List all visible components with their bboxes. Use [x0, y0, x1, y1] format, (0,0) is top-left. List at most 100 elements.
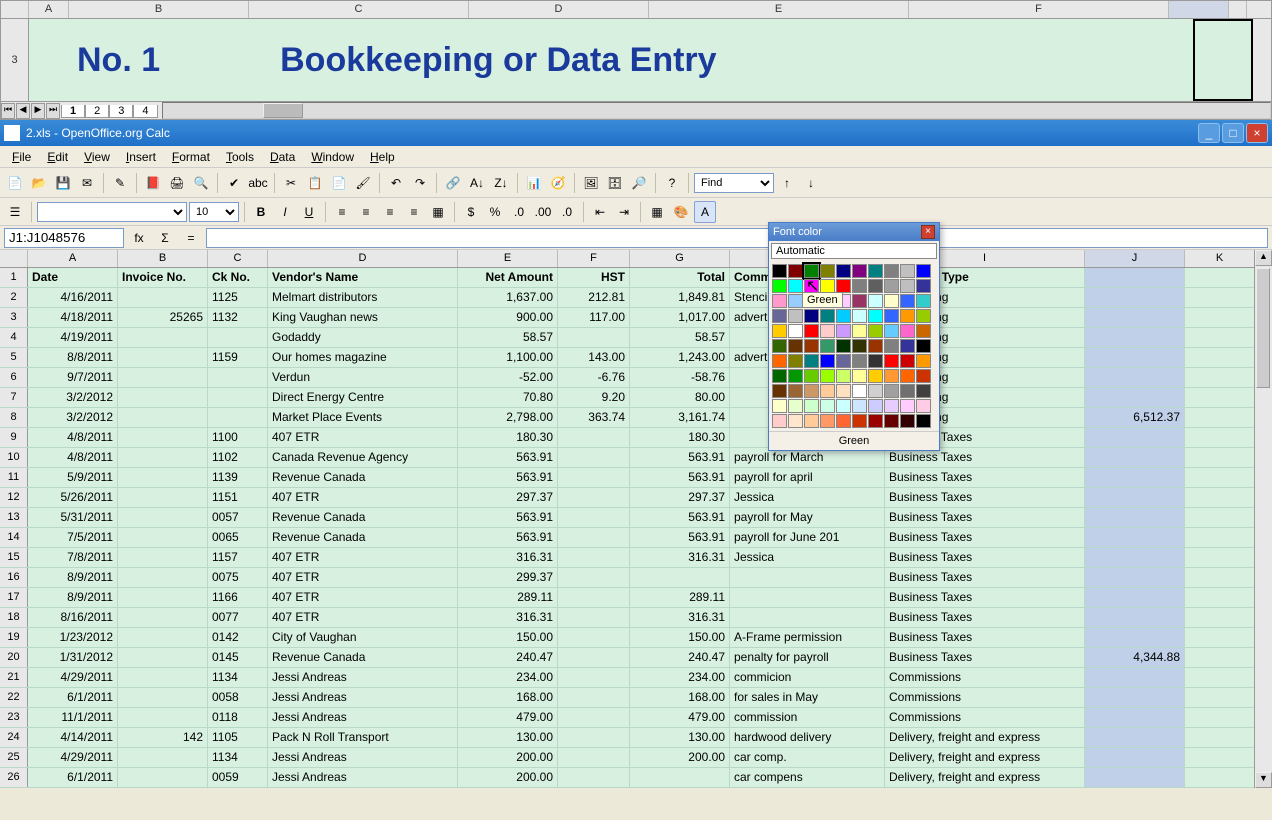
- cell[interactable]: [1085, 588, 1185, 607]
- color-swatch[interactable]: [916, 339, 931, 353]
- italic-icon[interactable]: I: [274, 201, 296, 223]
- color-swatch[interactable]: [772, 339, 787, 353]
- cell[interactable]: car comp.: [730, 748, 885, 767]
- color-swatch[interactable]: [884, 414, 899, 428]
- cell[interactable]: [118, 688, 208, 707]
- cell[interactable]: [118, 628, 208, 647]
- cell[interactable]: 3/2/2012: [28, 408, 118, 427]
- color-swatch[interactable]: [868, 384, 883, 398]
- cell[interactable]: [1185, 668, 1255, 687]
- cell[interactable]: [1085, 448, 1185, 467]
- cell[interactable]: Canada Revenue Agency: [268, 448, 458, 467]
- cell[interactable]: 180.30: [458, 428, 558, 447]
- select-all-corner[interactable]: [0, 250, 28, 267]
- banner-cell[interactable]: No. 1 Bookkeeping or Data Entry: [29, 19, 1193, 101]
- cell[interactable]: 0059: [208, 768, 268, 787]
- tab-last-icon[interactable]: ⏭: [46, 103, 60, 119]
- cell[interactable]: [558, 528, 630, 547]
- horizontal-scrollbar[interactable]: [162, 102, 1272, 119]
- cell[interactable]: Jessi Andreas: [268, 668, 458, 687]
- cell[interactable]: 316.31: [458, 548, 558, 567]
- cell[interactable]: 1,243.00: [630, 348, 730, 367]
- top-vscroll[interactable]: [1253, 19, 1271, 101]
- cell[interactable]: [118, 508, 208, 527]
- header-cell[interactable]: Net Amount: [458, 268, 558, 287]
- cell[interactable]: 168.00: [458, 688, 558, 707]
- cell[interactable]: Business Taxes: [885, 548, 1085, 567]
- cell[interactable]: [1185, 288, 1255, 307]
- decrease-indent-icon[interactable]: ⇤: [589, 201, 611, 223]
- bold-icon[interactable]: B: [250, 201, 272, 223]
- row-header[interactable]: 14: [0, 528, 28, 547]
- add-decimal-icon[interactable]: .00: [532, 201, 554, 223]
- cell[interactable]: 407 ETR: [268, 568, 458, 587]
- paste-icon[interactable]: 📄: [328, 172, 350, 194]
- header-cell[interactable]: HST: [558, 268, 630, 287]
- cell[interactable]: [730, 568, 885, 587]
- color-swatch[interactable]: [788, 339, 803, 353]
- color-swatch[interactable]: [772, 309, 787, 323]
- font-color-icon[interactable]: A: [694, 201, 716, 223]
- automatic-color-button[interactable]: Automatic: [771, 243, 937, 259]
- cell[interactable]: [118, 748, 208, 767]
- number-format-icon[interactable]: .0: [508, 201, 530, 223]
- cell[interactable]: Direct Energy Centre: [268, 388, 458, 407]
- menu-format[interactable]: Format: [164, 148, 218, 166]
- row-header[interactable]: 10: [0, 448, 28, 467]
- cell[interactable]: 200.00: [630, 748, 730, 767]
- increase-indent-icon[interactable]: ⇥: [613, 201, 635, 223]
- cell[interactable]: 168.00: [630, 688, 730, 707]
- cell[interactable]: 8/16/2011: [28, 608, 118, 627]
- color-swatch[interactable]: [836, 339, 851, 353]
- cell[interactable]: [118, 428, 208, 447]
- cell[interactable]: [558, 768, 630, 787]
- color-swatch[interactable]: [884, 294, 899, 308]
- color-swatch[interactable]: [884, 369, 899, 383]
- maximize-button[interactable]: □: [1222, 123, 1244, 143]
- data-sources-icon[interactable]: 🗄: [604, 172, 626, 194]
- cell[interactable]: [1185, 628, 1255, 647]
- header-cell[interactable]: [1185, 268, 1255, 287]
- color-swatch[interactable]: [884, 324, 899, 338]
- cell[interactable]: 316.31: [630, 548, 730, 567]
- row-header[interactable]: 13: [0, 508, 28, 527]
- cell[interactable]: [1185, 708, 1255, 727]
- cell[interactable]: 1100: [208, 428, 268, 447]
- cell[interactable]: 1159: [208, 348, 268, 367]
- cell[interactable]: Business Taxes: [885, 508, 1085, 527]
- color-swatch[interactable]: [868, 354, 883, 368]
- cell[interactable]: 9/7/2011: [28, 368, 118, 387]
- color-swatch[interactable]: [852, 309, 867, 323]
- color-swatch[interactable]: [852, 384, 867, 398]
- cell[interactable]: [208, 408, 268, 427]
- color-swatch[interactable]: [884, 264, 899, 278]
- menu-help[interactable]: Help: [362, 148, 403, 166]
- cell[interactable]: Business Taxes: [885, 488, 1085, 507]
- color-swatch[interactable]: [916, 369, 931, 383]
- cell[interactable]: [1085, 368, 1185, 387]
- cell[interactable]: [1185, 488, 1255, 507]
- cell[interactable]: [118, 388, 208, 407]
- color-swatch[interactable]: [884, 309, 899, 323]
- scrollbar-thumb[interactable]: [263, 103, 303, 118]
- cell[interactable]: [558, 688, 630, 707]
- color-swatch[interactable]: [772, 264, 787, 278]
- cell[interactable]: payroll for June 201: [730, 528, 885, 547]
- cell[interactable]: Business Taxes: [885, 648, 1085, 667]
- cell[interactable]: 563.91: [630, 468, 730, 487]
- color-swatch[interactable]: [820, 354, 835, 368]
- color-swatch[interactable]: [916, 384, 931, 398]
- color-swatch[interactable]: [788, 369, 803, 383]
- cell[interactable]: [1085, 468, 1185, 487]
- cell[interactable]: [558, 328, 630, 347]
- cell[interactable]: 0075: [208, 568, 268, 587]
- cell[interactable]: Godaddy: [268, 328, 458, 347]
- cell[interactable]: [1085, 348, 1185, 367]
- cell[interactable]: 0118: [208, 708, 268, 727]
- color-swatch[interactable]: [788, 414, 803, 428]
- cell[interactable]: [1085, 628, 1185, 647]
- cell[interactable]: 70.80: [458, 388, 558, 407]
- cell[interactable]: -58.76: [630, 368, 730, 387]
- color-swatch[interactable]: [868, 369, 883, 383]
- cell[interactable]: Pack N Roll Transport: [268, 728, 458, 747]
